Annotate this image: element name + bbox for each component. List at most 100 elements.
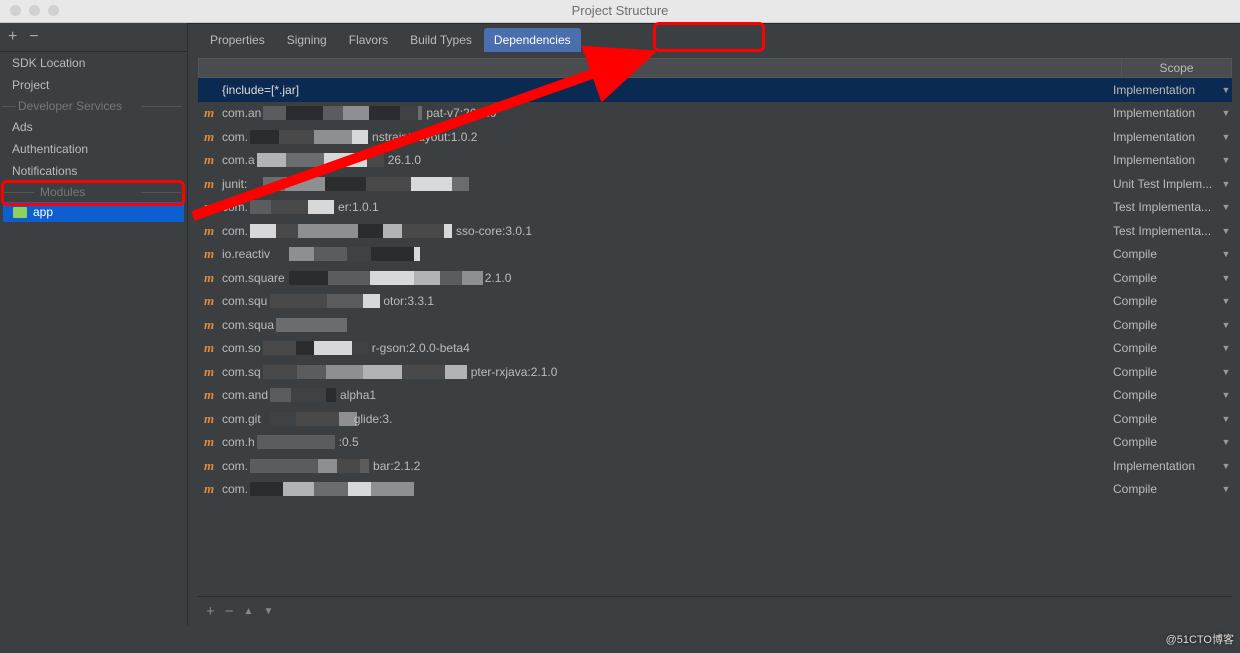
dep-scope[interactable]: Implementation	[1113, 153, 1220, 167]
dep-row[interactable]: mcom.Compile▼	[198, 478, 1232, 502]
dep-row[interactable]: mcom.andalpha1Compile▼	[198, 384, 1232, 408]
dep-scope[interactable]: Compile	[1113, 271, 1220, 285]
dep-label: com.a26.1.0	[222, 153, 1113, 167]
scope-dropdown-icon[interactable]: ▼	[1220, 437, 1232, 447]
add-module-button[interactable]: +	[8, 29, 17, 45]
sidebar-item-sdk-location[interactable]: SDK Location	[0, 52, 187, 74]
dep-scope[interactable]: Compile	[1113, 388, 1220, 402]
dep-row[interactable]: mcom.nstraint-layout:1.0.2Implementation…	[198, 125, 1232, 149]
remove-dep-button[interactable]: −	[225, 603, 234, 620]
dep-scope[interactable]: Compile	[1113, 412, 1220, 426]
dep-scope[interactable]: Implementation	[1113, 130, 1220, 144]
dep-label: com.nstraint-layout:1.0.2	[222, 130, 1113, 144]
dep-scope[interactable]: Compile	[1113, 365, 1220, 379]
maven-icon: m	[202, 271, 216, 285]
dep-scope[interactable]: Compile	[1113, 294, 1220, 308]
dep-scope[interactable]: Compile	[1113, 482, 1220, 496]
tab-properties[interactable]: Properties	[200, 28, 275, 52]
dep-scope[interactable]: Compile	[1113, 247, 1220, 261]
deps-toolbar: + − ▲ ▼	[198, 596, 1232, 625]
move-up-button[interactable]: ▲	[244, 606, 254, 617]
dep-row[interactable]: mio.reactivCompile▼	[198, 243, 1232, 267]
scope-dropdown-icon[interactable]: ▼	[1220, 132, 1232, 142]
maven-icon: m	[202, 482, 216, 496]
sidebar-item-app[interactable]: app	[3, 202, 184, 222]
sidebar-item-ads[interactable]: Ads	[0, 116, 187, 138]
dep-label: com.sqpter-rxjava:2.1.0	[222, 365, 1113, 379]
scope-dropdown-icon[interactable]: ▼	[1220, 179, 1232, 189]
scope-dropdown-icon[interactable]: ▼	[1220, 296, 1232, 306]
sidebar-item-project[interactable]: Project	[0, 74, 187, 96]
move-down-button[interactable]: ▼	[263, 606, 273, 617]
dep-label: {include=[*.jar]	[222, 83, 1113, 97]
scope-dropdown-icon[interactable]: ▼	[1220, 226, 1232, 236]
maven-icon: m	[202, 247, 216, 261]
dep-label: com.squa	[222, 318, 1113, 332]
deps-header-name[interactable]	[198, 58, 1122, 78]
remove-module-button[interactable]: −	[29, 29, 38, 45]
dep-scope[interactable]: Implementation	[1113, 83, 1220, 97]
window-titlebar: Project Structure	[0, 0, 1240, 23]
sidebar-item-authentication[interactable]: Authentication	[0, 138, 187, 160]
dep-row[interactable]: mcom.square2.1.0Compile▼	[198, 266, 1232, 290]
scope-dropdown-icon[interactable]: ▼	[1220, 390, 1232, 400]
scope-dropdown-icon[interactable]: ▼	[1220, 85, 1232, 95]
scope-dropdown-icon[interactable]: ▼	[1220, 320, 1232, 330]
sidebar-item-modules: Modules	[0, 182, 187, 202]
scope-dropdown-icon[interactable]: ▼	[1220, 343, 1232, 353]
add-dep-button[interactable]: +	[206, 603, 215, 620]
dep-scope[interactable]: Compile	[1113, 435, 1220, 449]
dep-row[interactable]: mcom.h:0.5Compile▼	[198, 431, 1232, 455]
maven-icon: m	[202, 365, 216, 379]
dep-row[interactable]: m {include=[*.jar]Implementation▼	[198, 78, 1232, 102]
content-area: PropertiesSigningFlavorsBuild TypesDepen…	[188, 23, 1240, 625]
dep-scope[interactable]: Test Implementa...	[1113, 224, 1220, 238]
module-folder-icon	[13, 207, 27, 218]
scope-dropdown-icon[interactable]: ▼	[1220, 484, 1232, 494]
dep-row[interactable]: mcom.bar:2.1.2Implementation▼	[198, 454, 1232, 478]
sidebar-list: SDK LocationProjectDeveloper ServicesAds…	[0, 52, 187, 625]
window-title: Project Structure	[0, 0, 1240, 22]
deps-table-body: m{include=[*.jar]Implementation▼mcom.anp…	[198, 78, 1232, 596]
tab-dependencies[interactable]: Dependencies	[484, 28, 581, 52]
dep-label: junit:	[222, 177, 1113, 191]
tab-build-types[interactable]: Build Types	[400, 28, 482, 52]
watermark: @51CTO博客	[1166, 631, 1234, 647]
dep-row[interactable]: mcom.sor-gson:2.0.0-beta4Compile▼	[198, 337, 1232, 361]
dep-scope[interactable]: Implementation	[1113, 106, 1220, 120]
dep-scope[interactable]: Test Implementa...	[1113, 200, 1220, 214]
sidebar-item-developer-services: Developer Services	[0, 96, 187, 116]
scope-dropdown-icon[interactable]: ▼	[1220, 273, 1232, 283]
dep-scope[interactable]: Unit Test Implem...	[1113, 177, 1220, 191]
dep-scope[interactable]: Compile	[1113, 318, 1220, 332]
maven-icon: m	[202, 318, 216, 332]
dep-row[interactable]: m com.squaCompile▼	[198, 313, 1232, 337]
dep-label: com.sor-gson:2.0.0-beta4	[222, 341, 1113, 355]
scope-dropdown-icon[interactable]: ▼	[1220, 108, 1232, 118]
deps-header-scope[interactable]: Scope	[1122, 58, 1232, 78]
dep-row[interactable]: mcom.gitglide:3.Compile▼	[198, 407, 1232, 431]
scope-dropdown-icon[interactable]: ▼	[1220, 461, 1232, 471]
dep-row[interactable]: m com.sqpter-rxjava:2.1.0Compile▼	[198, 360, 1232, 384]
dep-row[interactable]: mcom.anpat-v7:26.1.0Implementation▼	[198, 102, 1232, 126]
maven-icon: m	[202, 83, 216, 97]
scope-dropdown-icon[interactable]: ▼	[1220, 202, 1232, 212]
dep-row[interactable]: mcom.sso-core:3.0.1Test Implementa...▼	[198, 219, 1232, 243]
sidebar-item-notifications[interactable]: Notifications	[0, 160, 187, 182]
scope-dropdown-icon[interactable]: ▼	[1220, 249, 1232, 259]
tab-row: PropertiesSigningFlavorsBuild TypesDepen…	[188, 24, 1240, 52]
dep-row[interactable]: mcom.a26.1.0Implementation▼	[198, 149, 1232, 173]
scope-dropdown-icon[interactable]: ▼	[1220, 367, 1232, 377]
sidebar-toolbar: + −	[0, 23, 187, 52]
dep-row[interactable]: mcom.er:1.0.1Test Implementa...▼	[198, 196, 1232, 220]
scope-dropdown-icon[interactable]: ▼	[1220, 414, 1232, 424]
dep-row[interactable]: mjunit:Unit Test Implem...▼	[198, 172, 1232, 196]
dep-scope[interactable]: Compile	[1113, 341, 1220, 355]
scope-dropdown-icon[interactable]: ▼	[1220, 155, 1232, 165]
dep-label: com.bar:2.1.2	[222, 459, 1113, 473]
maven-icon: m	[202, 200, 216, 214]
dep-row[interactable]: mcom.squotor:3.3.1Compile▼	[198, 290, 1232, 314]
tab-signing[interactable]: Signing	[277, 28, 337, 52]
tab-flavors[interactable]: Flavors	[339, 28, 398, 52]
dep-scope[interactable]: Implementation	[1113, 459, 1220, 473]
